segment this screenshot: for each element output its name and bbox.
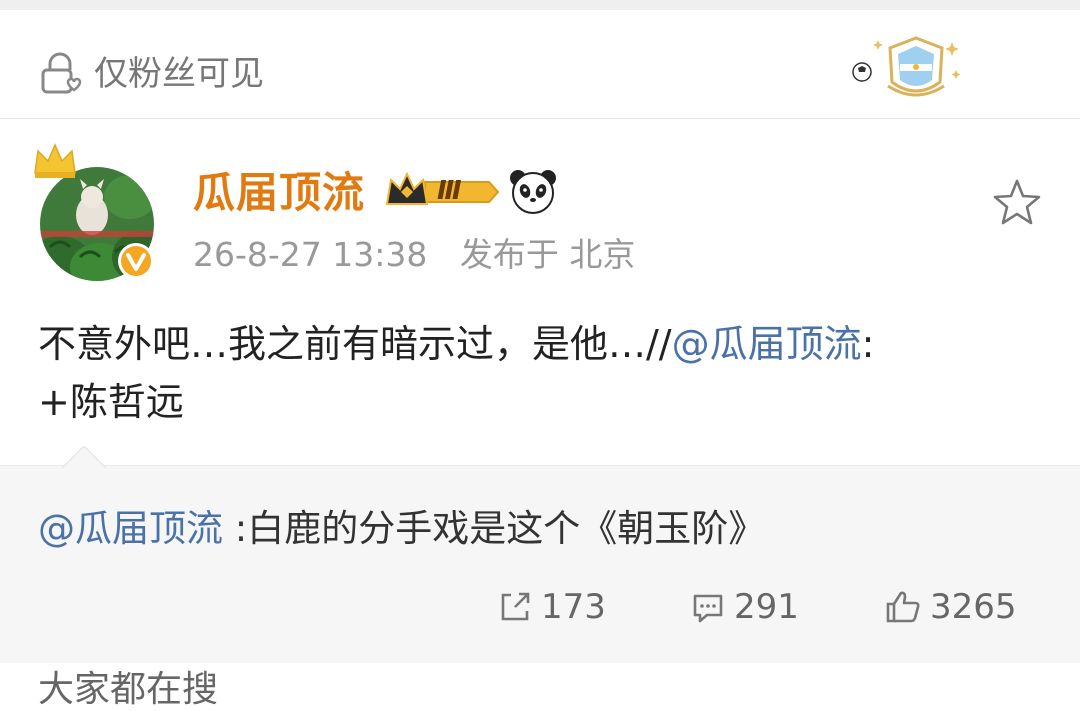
avatar[interactable]	[34, 143, 158, 283]
lock-heart-icon	[41, 52, 82, 94]
trending-label: 大家都在搜	[38, 669, 219, 710]
share-button[interactable]: 173	[497, 584, 606, 630]
original-author-mention[interactable]: @瓜届顶流	[38, 507, 223, 550]
visibility-bar: 仅粉丝可见	[0, 10, 1080, 119]
post-body-text: 不意外吧…我之前有暗示过，是他…//	[38, 322, 672, 366]
favorite-star-button[interactable]	[990, 176, 1044, 230]
share-count: 173	[541, 587, 606, 627]
post-body-mention[interactable]: @瓜届顶流	[672, 322, 862, 366]
like-count: 3265	[930, 587, 1017, 627]
post-card: 瓜届顶流 Ⅲ 26-8-27 13:38 发布于 北京 不意外吧…我之前有暗示过…	[0, 119, 1080, 465]
post-location: 发布于 北京	[459, 235, 636, 274]
post-timestamp: 26-8-27 13:38	[193, 235, 428, 274]
post-body-line2: +陈哲远	[38, 380, 184, 424]
share-icon	[501, 592, 530, 621]
post-body-suffix: :	[861, 322, 875, 366]
trending-bar: 大家都在搜	[0, 663, 1080, 711]
comment-button[interactable]: 291	[690, 584, 799, 630]
post-body: 不意外吧…我之前有暗示过，是他…//@瓜届顶流: +陈哲远	[38, 315, 1048, 431]
visibility-label: 仅粉丝可见	[94, 54, 264, 94]
original-post-content: :白鹿的分手戏是这个《朝玉阶》	[223, 507, 766, 550]
like-button[interactable]: 3265	[884, 584, 1017, 630]
post-meta: 26-8-27 13:38 发布于 北京	[193, 234, 657, 276]
top-strip	[0, 0, 1080, 10]
repost-pointer	[62, 446, 106, 468]
crown-icon	[34, 143, 76, 178]
vip-level-label: Ⅲ	[437, 176, 462, 206]
original-post-text: @瓜届顶流 :白鹿的分手戏是这个《朝玉阶》	[38, 504, 765, 554]
panda-icon	[510, 170, 556, 214]
thumbs-up-icon	[886, 591, 920, 623]
argentina-football-badge-icon	[852, 36, 961, 97]
repost-area[interactable]: @瓜届顶流 :白鹿的分手戏是这个《朝玉阶》 173 291 3265	[0, 446, 1080, 664]
author-name[interactable]: 瓜届顶流	[193, 169, 365, 217]
verified-badge-icon	[118, 243, 154, 279]
comment-icon	[693, 594, 723, 623]
vip-level-badge[interactable]: Ⅲ	[385, 170, 500, 214]
comment-count: 291	[734, 587, 799, 627]
